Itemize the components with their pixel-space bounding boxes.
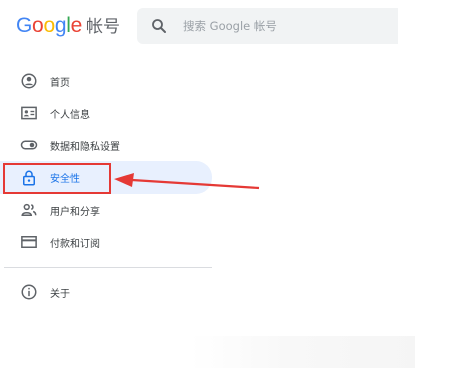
sidebar-item-label: 关于 xyxy=(50,288,70,300)
sidebar-item-security[interactable]: 安全性 xyxy=(0,161,212,194)
sidebar-nav: 首页 个人信息 数据和隐私设置 安全性 用户和分享 付款和订阅 xyxy=(0,65,212,258)
search-icon[interactable] xyxy=(150,17,168,35)
sidebar-item-label: 个人信息 xyxy=(50,109,90,121)
logo-letter: G xyxy=(16,14,33,37)
logo-letter: o xyxy=(32,14,44,37)
lock-icon xyxy=(20,169,38,187)
logo-letter: e xyxy=(70,14,83,37)
sidebar-item-label: 首页 xyxy=(50,77,70,89)
logo-suffix: 帐号 xyxy=(85,17,120,37)
google-wordmark: Google xyxy=(16,14,82,38)
sidebar-item-about[interactable]: 关于 xyxy=(0,276,212,308)
search-bar[interactable]: 搜索 Google 帐号 xyxy=(137,8,398,44)
search-input[interactable]: 搜索 Google 帐号 xyxy=(183,18,277,34)
google-account-logo[interactable]: Google 帐号 xyxy=(16,12,120,40)
sidebar-item-label: 数据和隐私设置 xyxy=(50,141,120,153)
sidebar-item-data-privacy[interactable]: 数据和隐私设置 xyxy=(0,129,212,161)
info-icon xyxy=(20,283,38,301)
sidebar-item-personal-info[interactable]: 个人信息 xyxy=(0,97,212,129)
nav-divider xyxy=(4,267,212,268)
people-icon xyxy=(20,201,38,219)
logo-letter: o xyxy=(43,14,55,37)
credit-card-icon xyxy=(20,233,38,251)
toggle-icon xyxy=(20,136,38,154)
sidebar-item-home[interactable]: 首页 xyxy=(0,65,212,97)
home-icon xyxy=(20,72,38,90)
logo-letter: g xyxy=(54,14,67,37)
sidebar-about-section: 关于 xyxy=(0,276,212,308)
sidebar-item-label: 安全性 xyxy=(50,174,80,185)
sidebar-item-label: 用户和分享 xyxy=(50,206,100,218)
sidebar-item-people-sharing[interactable]: 用户和分享 xyxy=(0,194,212,226)
background-fade xyxy=(190,336,415,368)
id-card-icon xyxy=(20,104,38,122)
sidebar-item-payments[interactable]: 付款和订阅 xyxy=(0,226,212,258)
sidebar-item-label: 付款和订阅 xyxy=(50,238,100,250)
